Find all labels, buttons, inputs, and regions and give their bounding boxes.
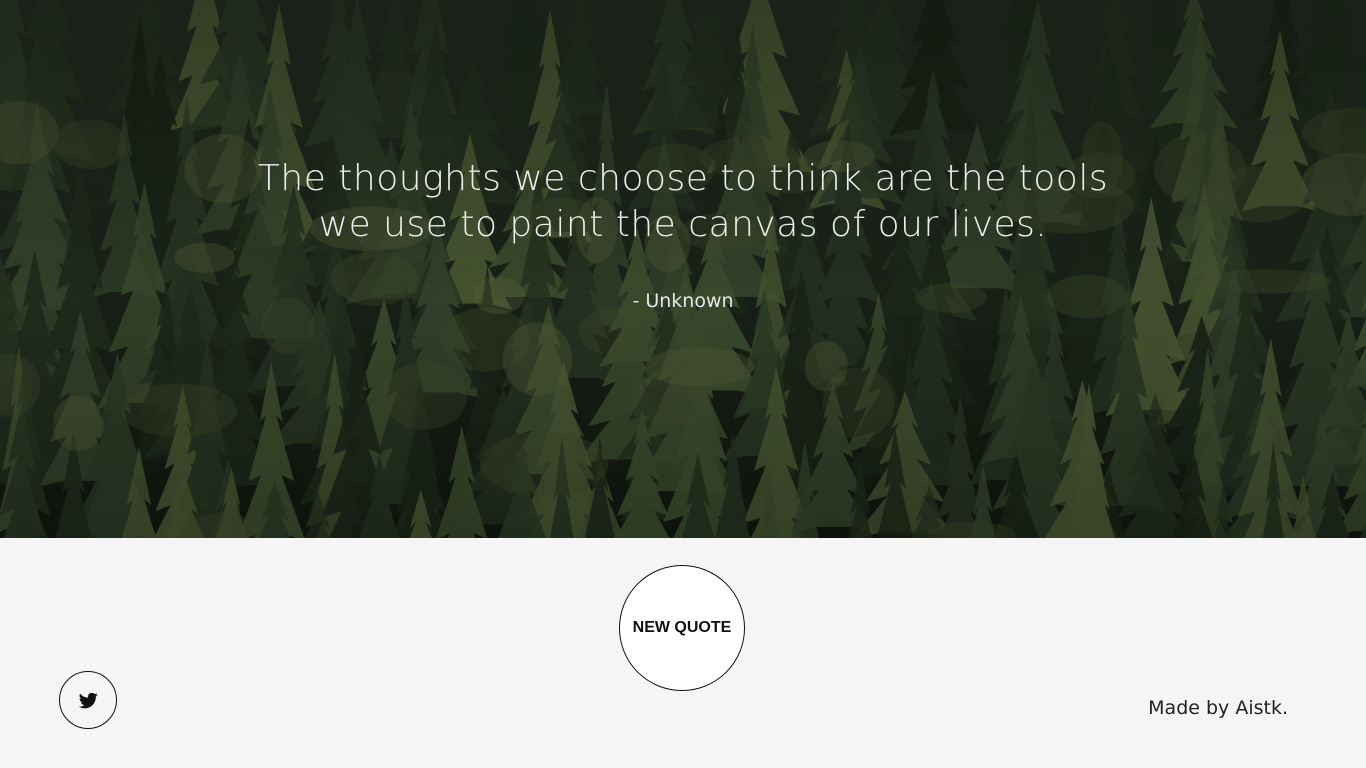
- hero-overlay: [0, 0, 1366, 538]
- new-quote-button[interactable]: NEW QUOTE: [619, 565, 745, 691]
- quote-author: - Unknown: [632, 290, 734, 312]
- quote-text: The thoughts we choose to think are the …: [257, 158, 1109, 245]
- hero-section: The thoughts we choose to think are the …: [0, 0, 1366, 538]
- author-credit: Made by Aistk.: [1148, 697, 1288, 719]
- tweet-button[interactable]: [59, 671, 117, 729]
- twitter-icon: [78, 692, 98, 708]
